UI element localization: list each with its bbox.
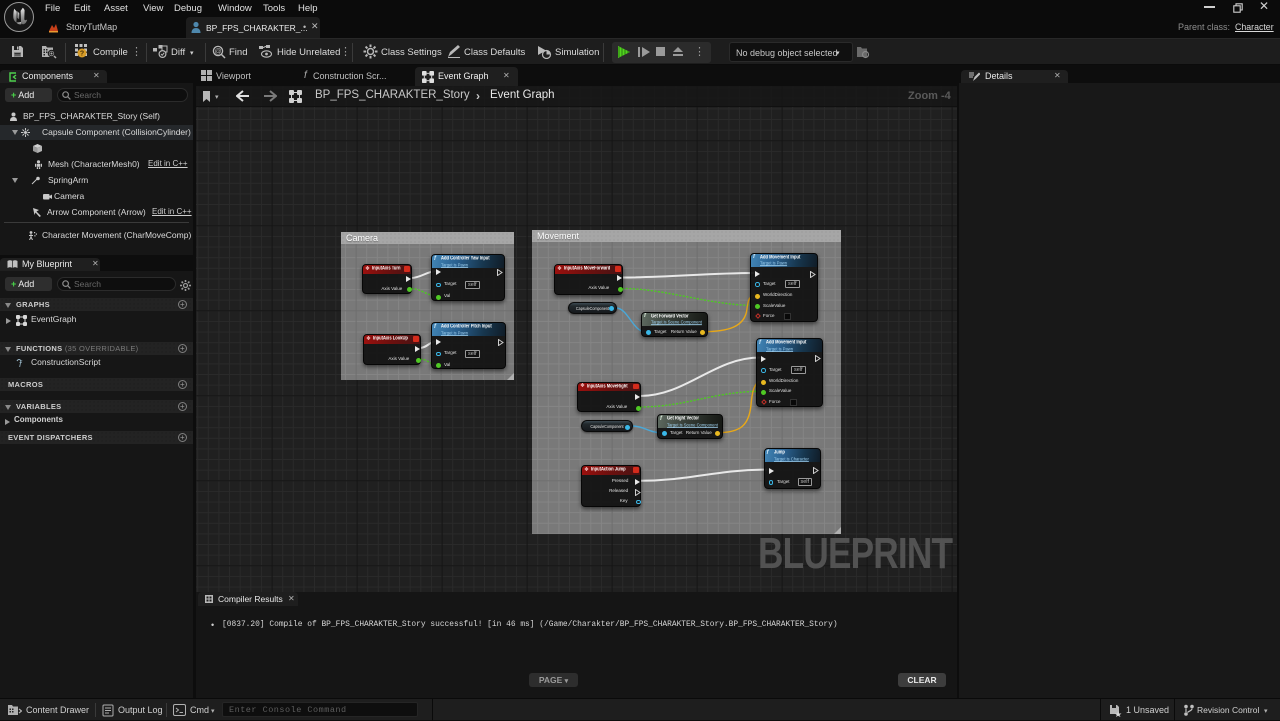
svg-text:f: f [19,359,23,369]
svg-text:@: @ [214,49,221,56]
svg-text:?: ? [80,51,84,58]
